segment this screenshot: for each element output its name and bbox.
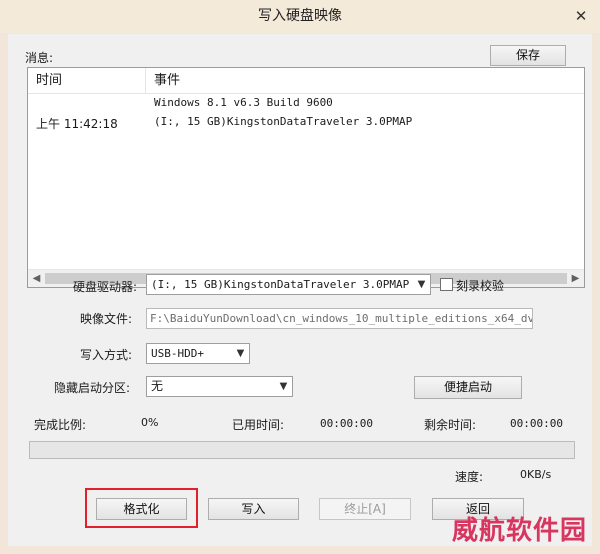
hidden-partition-value: 无 <box>151 379 164 393</box>
hidden-partition-select[interactable]: 无 ▼ <box>146 376 293 397</box>
drive-select[interactable]: (I:, 15 GB)KingstonDataTraveler 3.0PMAP … <box>146 274 431 295</box>
messages-label: 消息: <box>25 51 54 65</box>
image-file-field[interactable]: F:\BaiduYunDownload\cn_windows_10_multip… <box>146 308 533 329</box>
stop-button: 终止[A] <box>319 498 411 520</box>
remaining-label: 剩余时间: <box>424 418 477 432</box>
save-button[interactable]: 保存 <box>490 45 566 66</box>
speed-label: 速度: <box>455 470 484 484</box>
entry-event-line-1: Windows 8.1 v6.3 Build 9600 <box>154 96 333 109</box>
highlight-frame <box>85 488 198 528</box>
hidden-partition-label: 隐藏启动分区: <box>54 381 131 395</box>
dialog-body: 消息: 保存 时间 事件 上午 11:42:18 Windows 8.1 v6.… <box>8 34 592 546</box>
drive-label: 硬盘驱动器: <box>73 280 138 294</box>
entry-event-line-2: (I:, 15 GB)KingstonDataTraveler 3.0PMAP <box>154 115 413 128</box>
title-bar: 写入硬盘映像 ✕ <box>0 0 600 33</box>
verify-checkbox[interactable] <box>440 278 453 291</box>
arrow-left-icon[interactable]: ◀ <box>28 270 45 287</box>
elapsed-value: 00:00:00 <box>320 417 373 430</box>
elapsed-label: 已用时间: <box>232 418 285 432</box>
column-header-time[interactable]: 时间 <box>36 68 62 93</box>
write-method-label: 写入方式: <box>80 348 133 362</box>
chevron-down-icon: ▼ <box>279 381 288 392</box>
chevron-down-icon: ▼ <box>236 348 245 359</box>
drive-value: (I:, 15 GB)KingstonDataTraveler 3.0PMAP <box>151 278 410 291</box>
watermark: 威航软件园 <box>452 516 588 546</box>
close-icon[interactable]: ✕ <box>570 6 592 26</box>
speed-value: 0KB/s <box>520 468 552 481</box>
chevron-down-icon: ▼ <box>417 279 426 290</box>
window-title: 写入硬盘映像 <box>258 8 342 24</box>
verify-label: 刻录校验 <box>456 279 505 293</box>
arrow-right-icon[interactable]: ▶ <box>567 270 584 287</box>
column-divider[interactable] <box>145 68 146 93</box>
entry-time: 上午 11:42:18 <box>36 117 118 131</box>
complete-label: 完成比例: <box>34 418 87 432</box>
write-button[interactable]: 写入 <box>208 498 299 520</box>
write-method-value: USB-HDD+ <box>151 347 204 360</box>
message-list[interactable]: 时间 事件 上午 11:42:18 Windows 8.1 v6.3 Build… <box>27 67 585 288</box>
list-header: 时间 事件 <box>28 68 584 94</box>
quick-boot-button[interactable]: 便捷启动 <box>414 376 522 399</box>
write-method-select[interactable]: USB-HDD+ ▼ <box>146 343 250 364</box>
progress-bar <box>29 441 575 459</box>
column-header-event[interactable]: 事件 <box>154 68 180 93</box>
complete-value: 0% <box>141 416 159 429</box>
remaining-value: 00:00:00 <box>510 417 563 430</box>
image-file-label: 映像文件: <box>80 312 133 326</box>
